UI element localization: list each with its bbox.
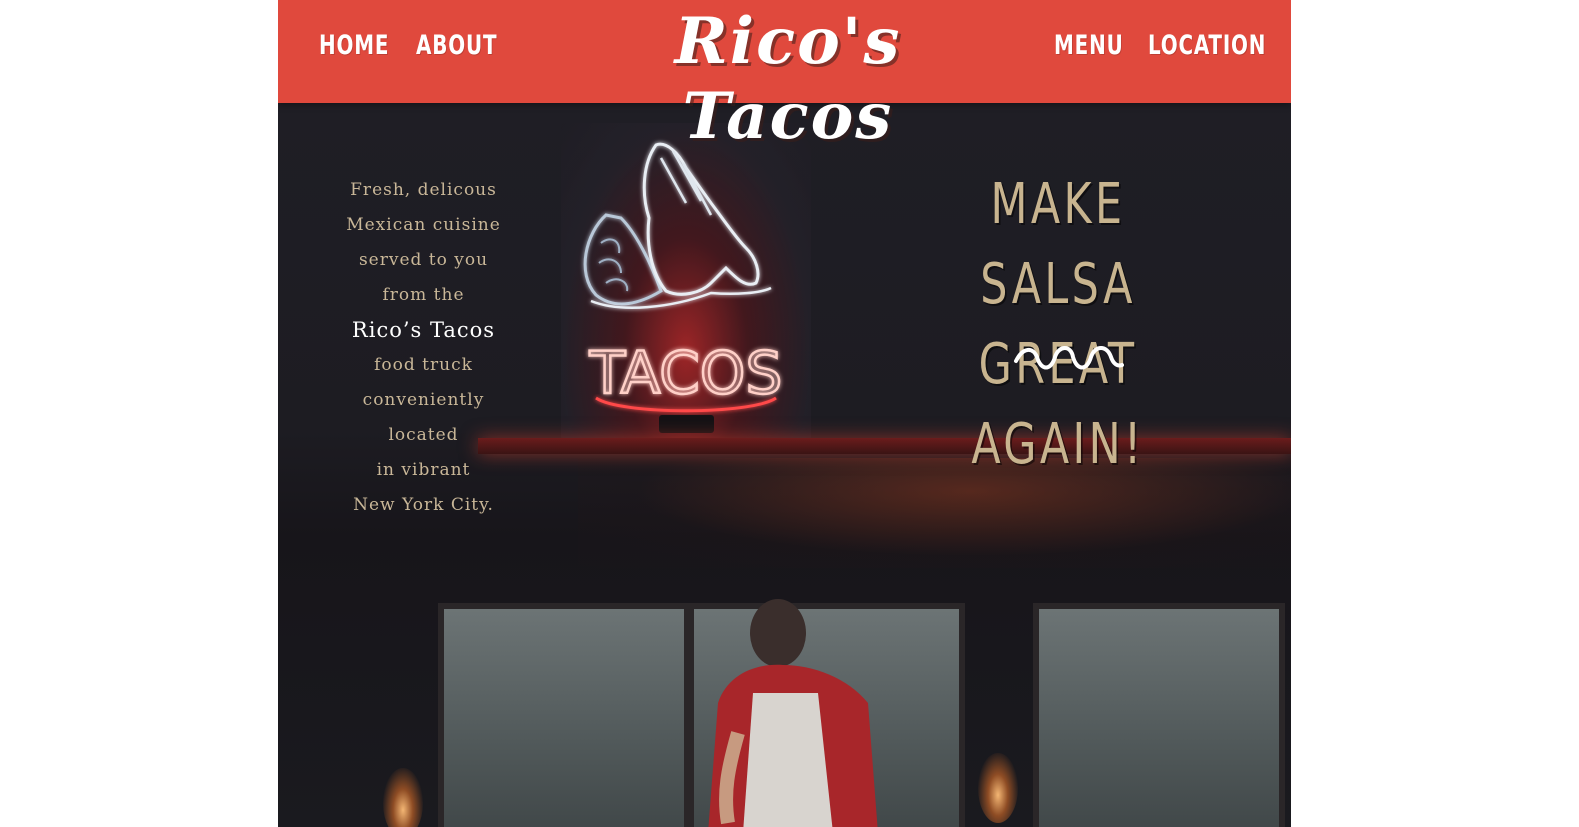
neon-sign-image: TACOS: [561, 123, 811, 441]
nav-location-link[interactable]: Location: [1148, 30, 1266, 61]
truck-window-right: [1033, 603, 1285, 827]
neon-taco-hand-icon: TACOS: [583, 142, 784, 433]
intro-line: food truck: [374, 355, 473, 375]
lamp-glow-left: [383, 768, 423, 827]
intro-text: Fresh, delicous Mexican cuisine served t…: [336, 173, 511, 523]
site-header: Home About Rico's Tacos Menu Location: [278, 0, 1291, 154]
site-logo[interactable]: Rico's Tacos: [558, 4, 1018, 154]
intro-line: in vibrant: [376, 460, 471, 480]
intro-line: New York City.: [353, 495, 494, 515]
intro-line: served to you: [358, 250, 489, 270]
truck-window-left: [438, 603, 690, 827]
intro-line: from the: [382, 285, 465, 305]
intro-line: Fresh, delicous: [350, 180, 497, 200]
hero-slogan: Make Salsa Great Again!: [918, 165, 1199, 485]
site-container: Home About Rico's Tacos Menu Location: [278, 0, 1291, 827]
lamp-glow-right: [978, 753, 1018, 823]
nav-menu-link[interactable]: Menu: [1054, 30, 1124, 61]
intro-line: located: [388, 425, 459, 445]
slogan-line: Make Salsa: [980, 172, 1136, 317]
intro-line: Mexican cuisine: [346, 215, 501, 235]
hero-section: TACOS Fresh, delicous Mexican cuisine se…: [278, 103, 1291, 827]
nav-about-link[interactable]: About: [416, 30, 497, 61]
wave-squiggle-icon: [1014, 346, 1124, 370]
nav-home-link[interactable]: Home: [319, 30, 389, 61]
chef-figure-image: [708, 599, 878, 827]
neon-tacos-text: TACOS: [589, 339, 783, 407]
intro-line: conveniently: [362, 390, 485, 410]
intro-highlight: Rico’s Tacos: [351, 318, 496, 342]
